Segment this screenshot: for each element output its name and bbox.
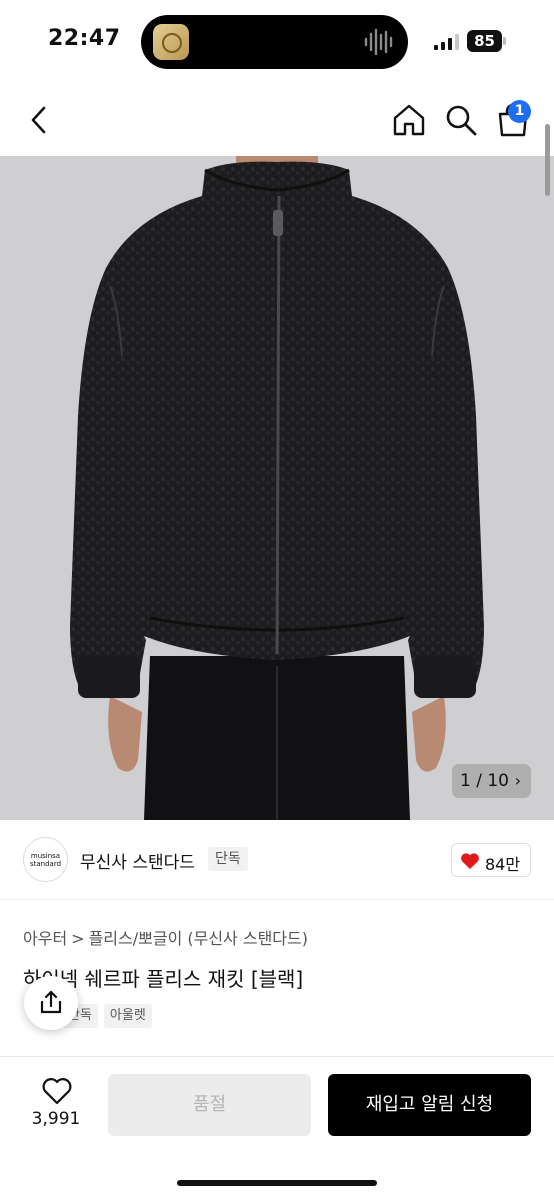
image-counter-text: 1 / 10 — [460, 771, 509, 791]
product-detail-screen: 22:47 85 1 1 / 10 › musinsa standard 무신사… — [0, 0, 554, 1200]
restock-alert-button[interactable]: 재입고 알림 신청 — [328, 1074, 531, 1136]
share-icon — [40, 990, 62, 1014]
tag-outlet: 아울렛 — [103, 1004, 152, 1028]
share-button[interactable] — [24, 976, 78, 1030]
audio-wave-icon — [364, 28, 393, 56]
chevron-right-icon: › — [514, 771, 521, 790]
breadcrumb-item-outer[interactable]: 아우터 — [23, 929, 67, 948]
back-arrow-icon[interactable] — [22, 102, 58, 138]
breadcrumb-item-fleece[interactable]: 플리스/뽀글이 (무신사 스탠다드) — [89, 929, 308, 948]
brand-logo[interactable]: musinsa standard — [23, 837, 68, 882]
category-breadcrumb: 아우터 > 플리스/뽀글이 (무신사 스탠다드) — [23, 925, 308, 949]
home-indicator — [177, 1180, 377, 1186]
brand-logo-line1: musinsa — [30, 852, 61, 860]
product-photo — [0, 156, 554, 820]
purchase-bar: 3,991 품절 재입고 알림 신청 — [0, 1056, 554, 1200]
search-icon[interactable] — [442, 101, 480, 139]
brand-name[interactable]: 무신사 스탠다드 — [80, 848, 195, 873]
brand-logo-line2: standard — [29, 860, 62, 868]
battery-tip — [503, 37, 506, 45]
cart-count-badge: 1 — [508, 100, 531, 123]
brand-like-count: 84만 — [485, 855, 521, 874]
breadcrumb-separator: > — [71, 929, 85, 948]
page-scroll-indicator[interactable] — [545, 124, 550, 196]
soldout-button: 품절 — [108, 1074, 311, 1136]
dynamic-island — [141, 15, 408, 69]
product-image-carousel[interactable] — [0, 156, 554, 820]
image-counter[interactable]: 1 / 10 › — [452, 764, 531, 798]
home-icon[interactable] — [390, 101, 428, 139]
brand-row[interactable]: musinsa standard 무신사 스탠다드 단독 84만 — [0, 820, 554, 900]
heart-outline-icon[interactable] — [41, 1076, 73, 1106]
status-time: 22:47 — [48, 26, 121, 51]
battery-icon: 85 — [467, 30, 502, 52]
status-bar: 22:47 85 — [0, 0, 554, 84]
signal-icon — [434, 34, 459, 50]
now-playing-app-icon — [153, 24, 189, 60]
nav-bar — [0, 84, 554, 156]
heart-filled-icon — [461, 853, 479, 869]
wish-count: 3,991 — [31, 1109, 81, 1129]
exclusive-badge: 단독 — [208, 847, 248, 871]
brand-like-button[interactable]: 84만 — [451, 843, 531, 877]
